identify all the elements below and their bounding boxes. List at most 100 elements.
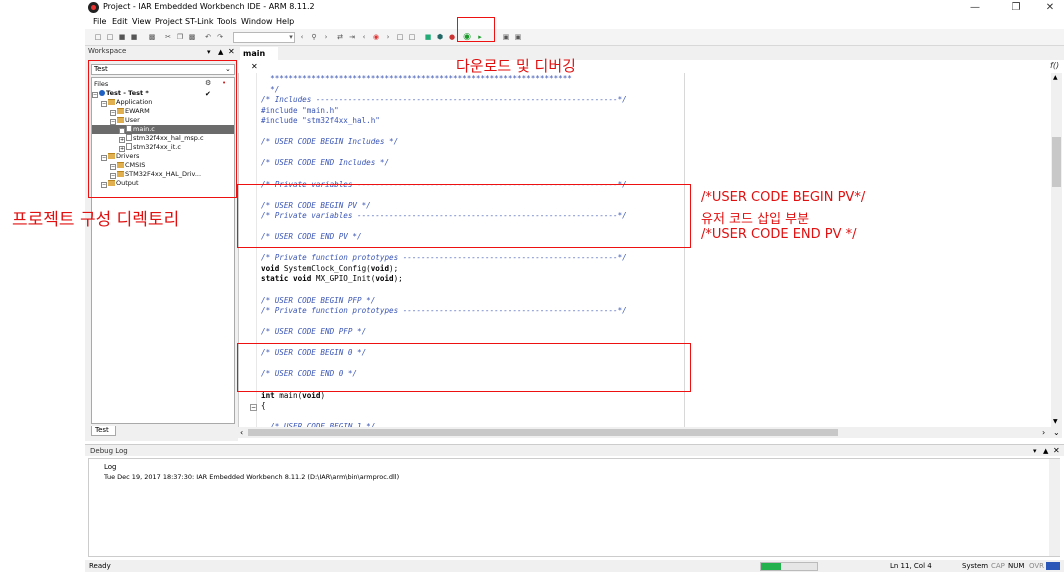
nav-back-icon[interactable]: ‹ (298, 33, 306, 41)
workspace-header: Workspace (88, 47, 237, 58)
status-system: System (962, 562, 989, 570)
find-combo[interactable] (233, 32, 295, 43)
log-entry: Tue Dec 19, 2017 18:37:30: IAR Embedded … (104, 473, 400, 481)
download-debug-annotation: 다운로드 및 디버깅 (456, 57, 576, 75)
debug-log-title: Debug Log (90, 447, 128, 455)
tool-icon-b[interactable]: ▣ (514, 33, 522, 41)
code-line[interactable]: #include "stm32f4xx_hal.h" (261, 116, 380, 126)
close-icon[interactable]: ✕ (1036, 0, 1064, 15)
menu-edit[interactable]: Edit (112, 17, 128, 26)
menu-st-link[interactable]: ST-Link (185, 17, 214, 26)
tool-icon-a[interactable]: ▣ (502, 33, 510, 41)
stop-build-icon[interactable]: ⬢ (436, 33, 444, 41)
scroll-right-end-icon[interactable]: ⌄ (1053, 428, 1060, 437)
project-tree-highlight (88, 60, 237, 198)
redo-icon[interactable]: ↷ (216, 33, 224, 41)
workspace-title: Workspace (88, 47, 127, 55)
scroll-down-icon[interactable]: ▼ (1053, 418, 1058, 425)
user-code-pv-highlight (237, 184, 691, 248)
tab-main[interactable]: main ✕ (240, 47, 278, 71)
tab-main-label: main (243, 49, 266, 58)
code-line[interactable]: { (261, 401, 266, 411)
editor-vertical-scrollbar[interactable] (1051, 73, 1062, 427)
debug-log-header: Debug Log (85, 444, 1064, 456)
cursor-position: Ln 11, Col 4 (890, 562, 932, 570)
code-line[interactable]: /* USER CODE BEGIN PFP */ (261, 296, 375, 306)
tab-workspace-test[interactable]: Test (91, 426, 116, 436)
goto-icon[interactable]: ⇥ (348, 33, 356, 41)
code-line[interactable]: #include "main.h" (261, 106, 339, 116)
horizontal-scroll-thumb[interactable] (248, 429, 838, 436)
log-column-header: Log (104, 463, 117, 471)
menu-file[interactable]: File (93, 17, 106, 26)
code-line[interactable]: /* USER CODE BEGIN Includes */ (261, 137, 398, 147)
make-icon[interactable]: □ (408, 33, 416, 41)
build-progress-fill (761, 563, 782, 570)
menu-help[interactable]: Help (276, 17, 294, 26)
status-ready: Ready (89, 562, 111, 570)
pin-icon[interactable]: ▲ (218, 48, 223, 56)
code-line[interactable]: */ (261, 85, 279, 95)
code-line[interactable]: /* USER CODE END Includes */ (261, 158, 389, 168)
pv-annotation-line3: /*USER CODE END PV */ (701, 227, 857, 242)
code-line[interactable]: /* Private function prototypes ---------… (261, 306, 627, 316)
menu-project[interactable]: Project (155, 17, 182, 26)
project-tree-annotation: 프로젝트 구성 디렉토리 (12, 210, 180, 230)
scroll-right-icon[interactable]: › (1042, 428, 1045, 437)
nav-forward-icon[interactable]: › (322, 33, 330, 41)
editor-tab-bar (238, 46, 1064, 60)
language-flag-icon (1046, 562, 1060, 570)
workspace-tab-label: Test (95, 426, 109, 434)
code-line[interactable]: static void MX_GPIO_Init(void); (261, 274, 403, 284)
toolbar (85, 29, 1064, 46)
save-icon[interactable]: ■ (118, 33, 126, 41)
code-line[interactable]: /* USER CODE END PFP */ (261, 327, 366, 337)
paste-icon[interactable]: ▩ (188, 33, 196, 41)
open-file-icon[interactable]: □ (106, 33, 114, 41)
cut-icon[interactable]: ✂ (164, 33, 172, 41)
minimize-icon[interactable]: — (961, 0, 989, 15)
breakpoint-icon[interactable]: ◉ (372, 33, 380, 41)
status-cap: CAP (991, 562, 1005, 570)
menu-view[interactable]: View (132, 17, 151, 26)
find-icon[interactable]: ⚲ (310, 33, 318, 41)
window-title: Project - IAR Embedded Workbench IDE - A… (103, 2, 315, 11)
new-file-icon[interactable]: □ (94, 33, 102, 41)
scroll-up-icon[interactable]: ▲ (1053, 74, 1058, 81)
tab-close-icon[interactable]: ✕ (251, 62, 258, 71)
code-line[interactable]: /* Private function prototypes ---------… (261, 253, 627, 263)
scroll-left-icon[interactable]: ‹ (240, 428, 243, 437)
toggle-breakpoint-icon[interactable]: ● (448, 33, 456, 41)
debug-panel-menu-icon[interactable]: ▾ (1033, 447, 1037, 455)
restore-icon[interactable]: ❐ (1002, 0, 1030, 15)
print-icon[interactable]: ▩ (148, 33, 156, 41)
build-progress-bar (760, 562, 818, 571)
save-all-icon[interactable]: ■ (130, 33, 138, 41)
build-icon[interactable]: ■ (424, 33, 432, 41)
prev-bookmark-icon[interactable]: ‹ (360, 33, 368, 41)
panel-close-icon[interactable]: ✕ (228, 47, 235, 56)
vertical-scroll-thumb[interactable] (1052, 137, 1061, 187)
copy-icon[interactable]: ❐ (176, 33, 184, 41)
menu-window[interactable]: Window (241, 17, 273, 26)
code-line[interactable]: /* Includes ----------------------------… (261, 95, 627, 105)
app-logo-icon (88, 2, 99, 13)
compile-icon[interactable]: □ (396, 33, 404, 41)
menu-tools[interactable]: Tools (217, 17, 237, 26)
toggle-bookmark-icon[interactable]: ⇄ (336, 33, 344, 41)
debug-close-icon[interactable]: ✕ (1053, 446, 1060, 455)
debug-log-scrollbar[interactable] (1049, 459, 1060, 556)
debug-pin-icon[interactable]: ▲ (1043, 447, 1048, 455)
combo-arrow-icon[interactable]: ▾ (287, 33, 295, 41)
fold-toggle-icon[interactable]: − (250, 404, 257, 411)
panel-menu-icon[interactable]: ▾ (207, 48, 211, 56)
status-ovr: OVR (1029, 562, 1045, 570)
code-line[interactable]: void SystemClock_Config(void); (261, 264, 398, 274)
undo-icon[interactable]: ↶ (204, 33, 212, 41)
pv-annotation-line1: /*USER CODE BEGIN PV*/ (701, 190, 866, 205)
pv-annotation-line2: 유저 코드 삽입 부분 (701, 212, 810, 227)
function-list-button[interactable]: f() (1050, 61, 1059, 70)
code-line[interactable]: int main(void) (261, 391, 325, 401)
download-debug-highlight (457, 17, 495, 42)
next-bookmark-icon[interactable]: › (384, 33, 392, 41)
